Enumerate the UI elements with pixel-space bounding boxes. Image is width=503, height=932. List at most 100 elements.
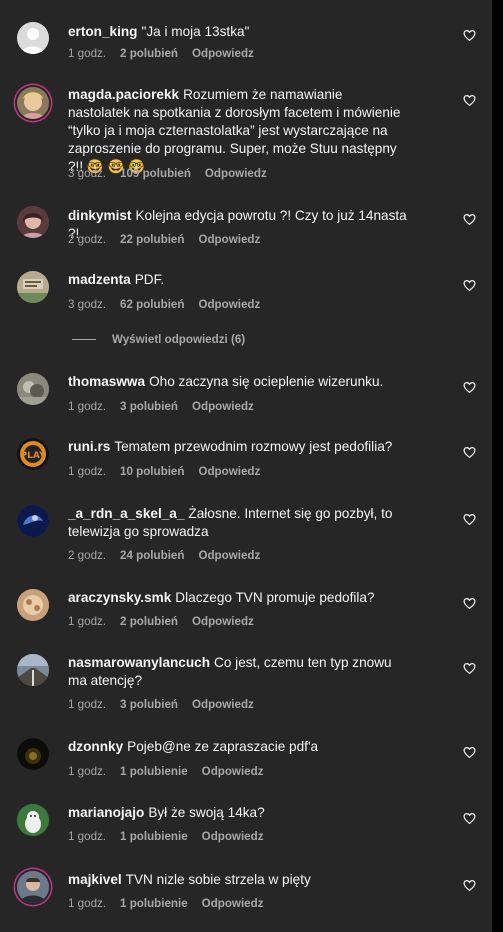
heart-icon[interactable]: [463, 29, 476, 42]
comment-time: 1 godz.: [68, 765, 107, 778]
comment-username[interactable]: majkivel: [68, 872, 122, 887]
reply-button[interactable]: Odpowiedz: [202, 830, 264, 843]
comment-meta: 3 godz. 62 polubień Odpowiedz: [68, 298, 274, 311]
comment-likes[interactable]: 3 polubień: [120, 400, 178, 413]
avatar[interactable]: [17, 206, 49, 238]
comment-text: thomaswwa Oho zaczyna się ocieplenie wize…: [68, 373, 408, 391]
avatar[interactable]: [17, 373, 49, 405]
comment-body: PDF.: [134, 272, 165, 287]
avatar[interactable]: [17, 505, 49, 537]
comment-username[interactable]: marianojajo: [68, 805, 144, 820]
replies-divider: [72, 339, 96, 340]
heart-icon[interactable]: [463, 446, 476, 459]
comment-meta: 1 godz. 1 polubienie Odpowiedz: [68, 765, 278, 778]
comment-username[interactable]: thomaswwa: [68, 374, 145, 389]
comment-text: dzonnky Pojeb@ne ze zapraszacie pdf'a: [68, 738, 408, 756]
comment-meta: 1 godz. 10 polubień Odpowiedz: [68, 465, 274, 478]
comment-body: TVN nizle sobie strzela w pięty: [125, 872, 311, 887]
reply-button[interactable]: Odpowiedz: [202, 765, 264, 778]
comment-meta: 1 godz. 3 polubień Odpowiedz: [68, 698, 268, 711]
comment-likes[interactable]: 10 polubień: [120, 465, 184, 478]
comment-likes[interactable]: 1 polubienie: [120, 830, 188, 843]
comment-text: majkivel TVN nizle sobie strzela w pięty: [68, 871, 408, 889]
comment-likes[interactable]: 1 polubienie: [120, 897, 188, 910]
comment-likes[interactable]: 22 polubień: [120, 233, 184, 246]
heart-icon[interactable]: [463, 513, 476, 526]
reply-button[interactable]: Odpowiedz: [202, 897, 264, 910]
heart-icon[interactable]: [463, 879, 476, 892]
heart-icon[interactable]: [463, 94, 476, 107]
reply-button[interactable]: Odpowiedz: [192, 47, 254, 60]
avatar[interactable]: [17, 654, 49, 686]
heart-icon[interactable]: [463, 213, 476, 226]
scrollbar-track[interactable]: [492, 0, 503, 932]
comment-likes[interactable]: 109 polubień: [120, 167, 191, 180]
comment-meta: 1 godz. 1 polubienie Odpowiedz: [68, 830, 278, 843]
comment-likes[interactable]: 3 polubień: [120, 698, 178, 711]
reply-button[interactable]: Odpowiedz: [192, 400, 254, 413]
avatar[interactable]: [17, 271, 49, 303]
reply-button[interactable]: Odpowiedz: [198, 549, 260, 562]
comment-meta: 1 godz. 2 polubień Odpowiedz: [68, 615, 268, 628]
comment-text: marianojajo Był że swoją 14ka?: [68, 804, 408, 822]
comment-text: araczynsky.smk Dlaczego TVN promuje pedof…: [68, 589, 408, 607]
heart-icon[interactable]: [463, 662, 476, 675]
comment-time: 2 godz.: [68, 233, 107, 246]
comment-username[interactable]: araczynsky.smk: [68, 590, 171, 605]
avatar[interactable]: [17, 87, 49, 119]
view-replies-label[interactable]: Wyświetl odpowiedzi (6): [112, 333, 245, 346]
comment-likes[interactable]: 24 polubień: [120, 549, 184, 562]
heart-icon[interactable]: [463, 746, 476, 759]
comment-text: madzenta PDF.: [68, 271, 408, 289]
reply-button[interactable]: Odpowiedz: [192, 698, 254, 711]
comment-time: 1 godz.: [68, 400, 107, 413]
reply-button[interactable]: Odpowiedz: [205, 167, 267, 180]
comment-username[interactable]: erton_king: [68, 24, 138, 39]
comment-time: 1 godz.: [68, 615, 107, 628]
avatar[interactable]: [17, 738, 49, 770]
comment-username[interactable]: nasmarowanylancuch: [68, 655, 210, 670]
avatar[interactable]: PLAY: [17, 438, 49, 470]
view-replies-button[interactable]: Wyświetl odpowiedzi (6): [68, 333, 245, 346]
comment-meta: 2 godz. 24 polubień Odpowiedz: [68, 549, 274, 562]
comment-body: Pojeb@ne ze zapraszacie pdf'a: [127, 739, 319, 754]
comments-panel: erton_king "Ja i moja 13stka" 1 godz. 2 po…: [0, 0, 492, 932]
reply-button[interactable]: Odpowiedz: [198, 233, 260, 246]
comment-body: "Ja i moja 13stka": [141, 24, 250, 39]
comment-likes[interactable]: 62 polubień: [120, 298, 184, 311]
comment-time: 1 godz.: [68, 47, 107, 60]
comment-text: _a_rdn_a_skel_a_ Żałosne. Internet się go…: [68, 505, 408, 541]
comment-likes[interactable]: 2 polubień: [120, 615, 178, 628]
avatar[interactable]: [17, 22, 49, 54]
heart-icon[interactable]: [463, 597, 476, 610]
comment-username[interactable]: madzenta: [68, 272, 131, 287]
avatar[interactable]: [17, 804, 49, 836]
comment-time: 3 godz.: [68, 298, 107, 311]
comment-text: erton_king "Ja i moja 13stka": [68, 23, 408, 41]
comment-time: 3 godz.: [68, 167, 107, 180]
comment-username[interactable]: dinkymist: [68, 208, 131, 223]
comment-meta: 1 godz. 1 polubienie Odpowiedz: [68, 897, 278, 910]
comment-text: nasmarowanylancuch Co jest, czemu ten typ…: [68, 654, 408, 690]
comment-username[interactable]: runi.rs: [68, 439, 110, 454]
reply-button[interactable]: Odpowiedz: [198, 298, 260, 311]
comment-likes[interactable]: 2 polubień: [120, 47, 178, 60]
comment-likes[interactable]: 1 polubienie: [120, 765, 188, 778]
heart-icon[interactable]: [463, 812, 476, 825]
comment-time: 1 godz.: [68, 830, 107, 843]
reply-button[interactable]: Odpowiedz: [192, 615, 254, 628]
comment-meta: 2 godz. 22 polubień Odpowiedz: [68, 233, 274, 246]
avatar[interactable]: [17, 589, 49, 621]
comment-text: magda.paciorekk Rozumiem że namawianie na…: [68, 86, 408, 176]
comment-body: Dlaczego TVN promuje pedofila?: [175, 590, 375, 605]
comment-username[interactable]: dzonnky: [68, 739, 123, 754]
comment-time: 1 godz.: [68, 897, 107, 910]
reply-button[interactable]: Odpowiedz: [198, 465, 260, 478]
comment-meta: 1 godz. 3 polubień Odpowiedz: [68, 400, 268, 413]
heart-icon[interactable]: [463, 381, 476, 394]
avatar[interactable]: [17, 871, 49, 903]
heart-icon[interactable]: [463, 279, 476, 292]
comment-meta: 1 godz. 2 polubień Odpowiedz: [68, 47, 268, 60]
comment-username[interactable]: _a_rdn_a_skel_a_: [68, 506, 184, 521]
comment-username[interactable]: magda.paciorekk: [68, 87, 179, 102]
